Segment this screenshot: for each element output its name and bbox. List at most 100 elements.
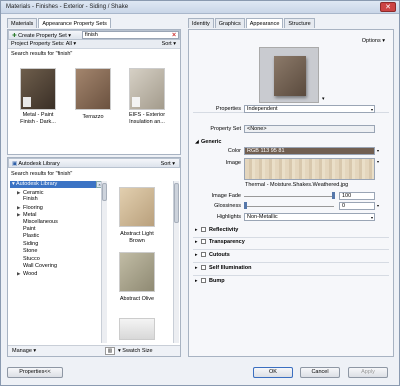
image-filename[interactable]: Thermal - Moisture.Shakes.Weathered.jpg — [245, 182, 348, 188]
tab-appearance[interactable]: Appearance — [245, 18, 284, 28]
cancel-button[interactable]: Cancel — [300, 367, 340, 378]
property-set-field: <None> — [244, 125, 375, 133]
glossiness-slider-thumb[interactable] — [244, 202, 247, 209]
image-fade-input[interactable]: 100 — [339, 192, 375, 200]
apply-button[interactable]: Apply — [348, 367, 388, 378]
result-swatch-metal-paint[interactable] — [20, 68, 56, 110]
view-toggle-icon[interactable]: ▥ — [105, 347, 115, 355]
ok-button[interactable]: OK — [253, 367, 293, 378]
manage-button[interactable]: Manage ▾ — [12, 348, 36, 354]
tab-graphics[interactable]: Graphics — [214, 18, 245, 28]
property-sets-panel: ✚ Create Property Set ▾ finish × Project… — [7, 29, 181, 155]
tab-appearance-property-sets[interactable]: Appearance Property Sets — [38, 18, 111, 28]
options-button[interactable]: Options ▾ — [362, 38, 385, 44]
tree-item[interactable]: Miscellaneous — [17, 219, 97, 226]
left-tabs: Materials Appearance Property Sets — [7, 18, 112, 28]
library-swatch-partial[interactable] — [119, 318, 155, 340]
library-label-abstract-light-brown: Abstract Light Brown — [120, 231, 154, 244]
tree-item[interactable]: ▶ Metal — [17, 211, 97, 218]
swatch-scrollbar[interactable] — [173, 181, 179, 343]
tree-item[interactable]: Wall Covering — [17, 263, 97, 270]
library-selector[interactable]: ▣ Autodesk Library — [12, 161, 60, 167]
tab-identity[interactable]: Identity — [188, 18, 214, 28]
highlights-select[interactable]: Non-Metallic ▾ — [244, 213, 375, 221]
dropdown-arrow-icon: ▾ — [370, 107, 373, 112]
checkbox[interactable] — [201, 252, 206, 258]
dropdown-arrow-icon: ▾ — [370, 215, 373, 220]
library-panel: ▣ Autodesk Library Sort ▾ Search results… — [7, 157, 181, 357]
tree-item[interactable]: ▶ Wood — [17, 270, 97, 277]
clear-search-icon[interactable]: × — [171, 32, 177, 39]
tab-structure[interactable]: Structure — [284, 18, 315, 28]
create-property-set-button[interactable]: ✚ Create Property Set ▾ — [12, 33, 71, 39]
image-thumbnail[interactable] — [244, 158, 375, 180]
property-set-label: Property Set — [210, 126, 241, 132]
tree-item[interactable]: Siding — [17, 241, 97, 248]
material-preview — [259, 47, 319, 103]
tab-materials[interactable]: Materials — [7, 18, 38, 28]
category-reflectivity[interactable]: ▸ Reflectivity — [195, 226, 238, 235]
tree-scroll-thumb[interactable] — [102, 183, 107, 201]
divider — [193, 262, 389, 263]
sort-button[interactable]: Sort ▾ — [162, 40, 176, 49]
image-fade-label: Image Fade — [211, 193, 241, 199]
swatch-scroll-thumb[interactable] — [174, 183, 179, 223]
library-results-label: Search results for "finish" — [11, 171, 73, 177]
search-input[interactable]: finish × — [82, 31, 179, 39]
project-sets-label: Project Property Sets: All — [11, 41, 72, 47]
checkbox[interactable] — [201, 239, 206, 245]
tree-item[interactable]: Finish — [17, 196, 97, 203]
preview-dropdown-icon[interactable]: ▾ — [322, 96, 325, 102]
image-fade-slider-track[interactable] — [244, 196, 334, 197]
tree-item[interactable]: Paint — [17, 226, 97, 233]
library-tree-items: ▶ Ceramic Finish ▶ Flooring ▶ Metal Miscell… — [17, 189, 97, 278]
library-bottom-bar: Manage ▾ ▥ ▾ Swatch Size — [8, 345, 180, 356]
tree-item[interactable]: ▶ Flooring — [17, 204, 97, 211]
create-label: Create Property Set — [18, 33, 67, 39]
library-swatch-abstract-olive[interactable] — [119, 252, 155, 292]
checkbox[interactable] — [201, 227, 206, 233]
properties-label: Properties — [215, 106, 241, 112]
tree-item[interactable]: Stucco — [17, 256, 97, 263]
image-fade-slider-thumb[interactable] — [332, 192, 335, 199]
tree-root-autodesk-library[interactable]: ▾ Autodesk Library — [10, 181, 100, 189]
search-results-label: Search results for "finish" — [11, 51, 73, 57]
tree-item[interactable]: Plastic — [17, 233, 97, 240]
result-label-terrazzo: Terrazzo — [82, 114, 104, 120]
library-toolbar: ▣ Autodesk Library Sort ▾ — [8, 158, 180, 168]
properties-toggle-button[interactable]: Properties<< — [7, 367, 63, 378]
category-bump[interactable]: ▸ Bump — [195, 277, 225, 286]
result-swatch-eifs[interactable] — [129, 68, 165, 110]
category-self-illumination[interactable]: ▸ Self Illumination — [195, 264, 251, 273]
properties-select[interactable]: Independent ▾ — [244, 105, 375, 113]
category-cutouts[interactable]: ▸ Cutouts — [195, 251, 230, 260]
result-swatch-terrazzo[interactable] — [75, 68, 111, 110]
result-label-metal-paint: Metal - Paint Finish - Dark... — [20, 112, 56, 125]
glossiness-input[interactable]: 0 — [339, 202, 375, 210]
project-property-sets-header[interactable]: Project Property Sets: All ▾ Sort ▾ — [8, 40, 180, 49]
category-transparency[interactable]: ▸ Transparency — [195, 238, 245, 247]
glossiness-label: Glossiness — [214, 203, 241, 209]
glossiness-dropdown-icon[interactable]: ▾ — [377, 203, 379, 208]
tree-item[interactable]: ▶ Ceramic — [17, 189, 97, 196]
highlights-label: Highlights — [216, 214, 241, 220]
library-sort-button[interactable]: Sort ▾ — [161, 161, 175, 167]
divider — [193, 249, 389, 250]
tree-item[interactable]: Stone — [17, 248, 97, 255]
swatch-size-button[interactable]: ▾ Swatch Size — [118, 348, 153, 354]
library-tree: ▾ Autodesk Library — [10, 181, 100, 189]
close-icon[interactable]: ✕ — [380, 2, 396, 12]
library-label-abstract-olive: Abstract Olive — [119, 296, 155, 302]
library-swatch-abstract-light-brown[interactable] — [119, 187, 155, 227]
image-dropdown-icon[interactable]: ▾ — [377, 159, 379, 164]
generic-section-header[interactable]: ◢ Generic — [195, 138, 221, 147]
chair-icon — [132, 97, 140, 107]
tree-scrollbar[interactable] — [101, 181, 107, 343]
checkbox[interactable] — [201, 278, 206, 284]
color-field[interactable]: RGB 113 95 81 — [244, 147, 375, 155]
color-dropdown-icon[interactable]: ▾ — [377, 148, 379, 153]
library-label: Autodesk Library — [18, 161, 60, 167]
checkbox[interactable] — [201, 265, 206, 271]
glossiness-slider-track[interactable] — [244, 206, 334, 207]
divider — [193, 275, 389, 276]
